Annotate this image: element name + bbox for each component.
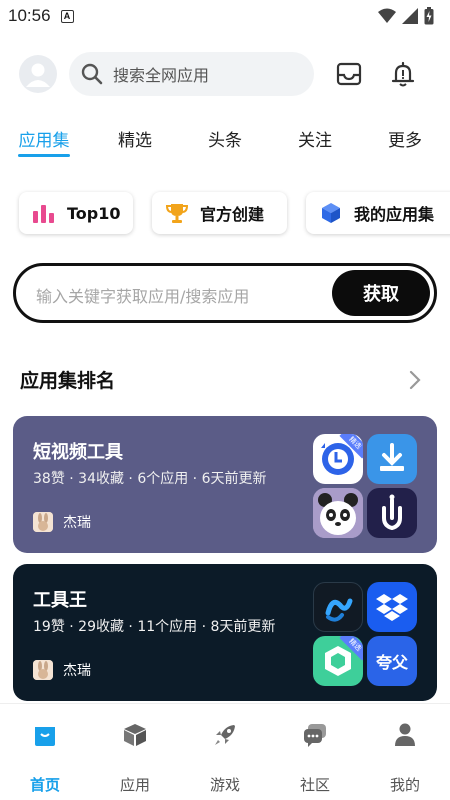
collection-card[interactable]: 短视频工具 38赞 · 34收藏 · 6个应用 · 6天前更新 杰瑞 精选 xyxy=(13,416,437,553)
tab-following[interactable]: 关注 xyxy=(280,126,350,151)
bar-chart-icon xyxy=(33,205,54,223)
signal-icon xyxy=(402,8,418,24)
hand-app-icon xyxy=(367,488,417,538)
nav-label: 我的 xyxy=(389,776,420,794)
tab-active-indicator xyxy=(18,154,70,157)
collection-author: 杰瑞 xyxy=(33,660,91,680)
clock-app-icon: 精选 xyxy=(313,434,363,484)
collection-meta: 38赞 · 34收藏 · 6个应用 · 6天前更新 xyxy=(33,471,267,487)
wifi-icon xyxy=(378,8,396,23)
panda-app-icon xyxy=(313,488,363,538)
person-icon xyxy=(395,723,415,746)
battery-icon xyxy=(424,7,434,25)
tab-app-collections[interactable]: 应用集 xyxy=(9,126,79,151)
nav-label: 社区 xyxy=(299,776,330,794)
nav-label: 应用 xyxy=(119,776,150,794)
download-app-icon xyxy=(367,434,417,484)
nav-label: 游戏 xyxy=(209,776,240,794)
author-name: 杰瑞 xyxy=(63,663,91,679)
rabbit-avatar-icon xyxy=(33,512,53,532)
status-time: 10:56 xyxy=(8,6,51,25)
collection-author: 杰瑞 xyxy=(33,512,91,532)
nav-community[interactable]: 社区 xyxy=(270,720,360,795)
chevron-right-icon[interactable] xyxy=(406,369,424,391)
notification-icon: A xyxy=(60,9,74,23)
rocket-icon xyxy=(215,725,235,745)
wave-app-icon xyxy=(313,582,363,632)
green-box-app-icon: 精选 xyxy=(313,636,363,686)
bottom-nav: 首页 应用 游戏 社区 我的 xyxy=(0,703,450,800)
keyword-input-placeholder: 输入关键字获取应用/搜索应用 xyxy=(36,287,250,306)
person-silhouette-icon xyxy=(26,63,50,87)
kuafu-app-icon: 夸父 xyxy=(367,636,417,686)
chip-label: 我的应用集 xyxy=(354,205,435,224)
author-avatar xyxy=(33,660,53,680)
section-title: 应用集排名 xyxy=(20,370,116,392)
author-avatar xyxy=(33,512,53,532)
search-placeholder: 搜索全网应用 xyxy=(113,66,210,85)
trophy-icon xyxy=(166,204,188,223)
status-bar: 10:56 A xyxy=(0,0,450,32)
inbox-icon[interactable] xyxy=(335,60,363,88)
fetch-button[interactable]: 获取 xyxy=(332,270,430,316)
top10-chip[interactable]: Top10 xyxy=(19,192,133,234)
category-tabs: 应用集 精选 头条 关注 更多 xyxy=(0,126,450,158)
collection-card[interactable]: 工具王 19赞 · 29收藏 · 11个应用 · 8天前更新 杰瑞 精选 夸父 xyxy=(13,564,437,701)
nav-games[interactable]: 游戏 xyxy=(180,720,270,795)
search-icon xyxy=(81,63,103,85)
bell-icon[interactable] xyxy=(389,60,417,88)
nav-label: 首页 xyxy=(29,776,60,794)
header: 搜索全网应用 xyxy=(0,50,450,98)
home-bag-icon xyxy=(35,727,55,746)
official-created-chip[interactable]: 官方创建 xyxy=(152,192,287,234)
quick-chips: Top10 官方创建 我的应用集 xyxy=(0,192,450,236)
nav-apps[interactable]: 应用 xyxy=(90,720,180,795)
tab-headlines[interactable]: 头条 xyxy=(190,126,260,151)
collection-meta: 19赞 · 29收藏 · 11个应用 · 8天前更新 xyxy=(33,619,276,635)
collection-title: 工具王 xyxy=(33,590,87,611)
nav-home[interactable]: 首页 xyxy=(0,720,90,795)
chat-icon xyxy=(304,724,326,747)
cube-icon xyxy=(322,203,340,223)
dropbox-app-icon xyxy=(367,582,417,632)
chip-label: Top10 xyxy=(67,203,121,223)
nav-mine[interactable]: 我的 xyxy=(360,720,450,795)
collection-title: 短视频工具 xyxy=(33,442,123,463)
rabbit-avatar-icon xyxy=(33,660,53,680)
tab-featured[interactable]: 精选 xyxy=(100,126,170,151)
tab-more[interactable]: 更多 xyxy=(370,126,440,151)
box-icon xyxy=(124,724,146,746)
author-name: 杰瑞 xyxy=(63,515,91,531)
global-search-box[interactable]: 搜索全网应用 xyxy=(69,52,314,96)
keyword-fetch-bar[interactable]: 输入关键字获取应用/搜索应用 获取 xyxy=(13,263,437,323)
user-avatar[interactable] xyxy=(19,55,57,93)
chip-label: 官方创建 xyxy=(200,205,265,224)
my-collections-chip[interactable]: 我的应用集 xyxy=(306,192,450,234)
kuafu-app-text: 夸父 xyxy=(375,653,408,672)
